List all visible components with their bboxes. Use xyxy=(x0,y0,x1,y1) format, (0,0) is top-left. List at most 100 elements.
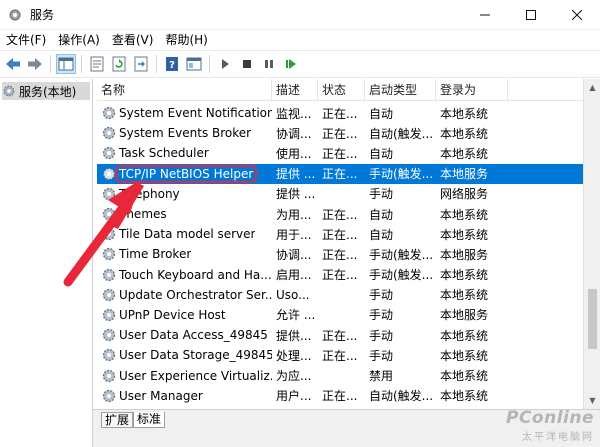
minimize-button[interactable] xyxy=(462,0,508,30)
service-row[interactable]: System Event Notification... 监视... 正在... 自动… xyxy=(97,103,583,123)
scroll-down-arrow-icon[interactable]: ▼ xyxy=(584,392,600,409)
service-row[interactable]: Tile Data model server 用于... 正在... 自动 本地系统 xyxy=(97,224,583,244)
menu-action[interactable]: 操作(A) xyxy=(52,30,106,50)
tree-item-services-local[interactable]: 服务(本地) xyxy=(2,82,90,100)
service-name: User Data Access_49845 xyxy=(119,328,268,343)
service-startup-type: 自动 xyxy=(369,106,394,121)
refresh-button[interactable] xyxy=(109,54,129,74)
service-row[interactable]: User Manager 用户... 正在... 自动(触发... 本地系统 xyxy=(97,386,583,406)
service-row[interactable]: Themes 为用... 正在... 自动 本地系统 xyxy=(97,204,583,224)
service-row[interactable]: Update Orchestrator Ser... Uso... 手动 本地系统 xyxy=(97,285,583,305)
menu-file[interactable]: 文件(F) xyxy=(0,30,52,50)
service-name-cell: Task Scheduler xyxy=(97,145,272,161)
service-status: 正在... xyxy=(322,247,358,262)
column-header-status[interactable]: 状态 xyxy=(318,79,365,101)
service-row[interactable]: Touch Keyboard and Ha... 启用... 正在... 手动(触发.… xyxy=(97,265,583,285)
service-row[interactable]: User Data Storage_49845 处理... 正在... 手动 本地系统 xyxy=(97,345,583,365)
vertical-scrollbar[interactable]: ▲ ▼ xyxy=(583,79,600,409)
toolbar: ? xyxy=(0,50,600,78)
service-gear-icon xyxy=(102,268,116,281)
column-header-log-on-as[interactable]: 登录为 xyxy=(436,79,508,101)
tab-standard[interactable]: 标准 xyxy=(133,412,166,428)
service-row[interactable]: Telephony 提供 ... 手动 网络服务 xyxy=(97,184,583,204)
menu-help[interactable]: 帮助(H) xyxy=(159,30,213,50)
service-name-cell: System Events Broker xyxy=(97,125,272,141)
close-icon xyxy=(572,10,582,20)
refresh-icon xyxy=(112,56,126,72)
close-button[interactable] xyxy=(554,0,600,30)
service-row[interactable]: System Events Broker 协调... 正在... 自动(触发... 本地… xyxy=(97,123,583,143)
service-row[interactable]: Time Broker 协调... 正在... 手动(触发... 本地服务 xyxy=(97,244,583,264)
service-log-on-as: 本地系统 xyxy=(440,227,489,242)
console-button[interactable] xyxy=(184,54,204,74)
service-name-cell: User Data Storage_49845 xyxy=(97,347,272,363)
service-gear-icon xyxy=(102,147,116,160)
svg-text:?: ? xyxy=(169,60,175,71)
export-list-button[interactable] xyxy=(131,54,151,74)
service-name: User Manager xyxy=(119,388,203,403)
scrollbar-thumb[interactable] xyxy=(588,289,597,349)
service-row[interactable]: Task Scheduler 使用... 正在... 自动 本地系统 xyxy=(97,143,583,163)
maximize-button[interactable] xyxy=(508,0,554,30)
service-log-on-as: 本地服务 xyxy=(440,308,489,323)
service-startup-type: 自动 xyxy=(369,227,394,242)
service-gear-icon xyxy=(102,308,116,322)
service-log-on-as: 本地系统 xyxy=(440,288,489,303)
service-startup-type: 手动 xyxy=(369,187,394,202)
service-log-on-as: 本地系统 xyxy=(440,348,489,363)
service-row[interactable]: UPnP Device Host 允许 ... 手动 本地服务 xyxy=(97,305,583,325)
service-startup-type: 手动(触发... xyxy=(369,167,434,182)
service-description: 使用... xyxy=(276,146,312,161)
properties-button[interactable] xyxy=(87,54,107,74)
service-gear-icon xyxy=(102,187,116,200)
service-startup-type: 自动(触发... xyxy=(369,126,434,141)
properties-icon xyxy=(90,56,104,72)
service-description: 监视... xyxy=(276,106,312,121)
scroll-up-arrow-icon[interactable]: ▲ xyxy=(584,79,600,96)
service-startup-type: 自动(触发... xyxy=(369,389,434,404)
column-header-description[interactable]: 描述 xyxy=(272,79,318,101)
service-gear-icon xyxy=(102,389,116,402)
menu-bar: 文件(F) 操作(A) 查看(V) 帮助(H) xyxy=(0,30,600,50)
help-button[interactable]: ? xyxy=(162,54,182,74)
window-controls xyxy=(462,0,600,30)
stop-icon xyxy=(243,60,251,68)
minimize-icon xyxy=(480,14,490,16)
service-log-on-as: 本地服务 xyxy=(440,167,489,182)
service-gear-icon xyxy=(102,106,116,120)
forward-button[interactable] xyxy=(25,54,45,74)
restart-service-button[interactable] xyxy=(281,54,301,74)
column-header-name[interactable]: 名称 xyxy=(97,79,272,101)
column-header-startup-type[interactable]: 启动类型 xyxy=(365,79,436,101)
menu-view[interactable]: 查看(V) xyxy=(106,30,160,50)
service-gear-icon xyxy=(102,369,116,382)
export-list-icon xyxy=(134,56,148,72)
service-description: 用户... xyxy=(276,389,312,404)
service-startup-type: 禁用 xyxy=(369,369,394,384)
show-console-tree-button[interactable] xyxy=(56,54,76,74)
service-name-cell: TCP/IP NetBIOS Helper xyxy=(97,164,272,183)
pause-service-button[interactable] xyxy=(259,54,279,74)
tab-extended[interactable]: 扩展 xyxy=(101,412,134,428)
service-name-cell: Time Broker xyxy=(97,246,272,262)
service-status: 正在... xyxy=(322,207,358,222)
back-icon xyxy=(6,58,20,70)
service-status: 正在... xyxy=(322,126,358,141)
forward-icon xyxy=(28,58,42,70)
service-startup-type: 手动(触发... xyxy=(369,268,434,283)
start-icon xyxy=(222,59,229,69)
service-status: 正在... xyxy=(322,389,358,404)
start-service-button[interactable] xyxy=(215,54,235,74)
service-status: 正在... xyxy=(322,348,358,363)
toolbar-separator xyxy=(81,55,82,73)
service-name: System Events Broker xyxy=(119,126,252,141)
back-button[interactable] xyxy=(3,54,23,74)
service-gear-icon xyxy=(102,248,116,261)
service-description: 协调... xyxy=(276,126,312,141)
toolbar-separator xyxy=(156,55,157,73)
service-row[interactable]: User Data Access_49845 提供... 正在... 手动 本地系统 xyxy=(97,325,583,345)
service-row[interactable]: TCP/IP NetBIOS Helper 提供 ... 正在... 手动(触发...… xyxy=(97,163,583,184)
service-name: TCP/IP NetBIOS Helper xyxy=(115,164,258,183)
stop-service-button[interactable] xyxy=(237,54,257,74)
service-row[interactable]: User Experience Virtualiz... 为应... 禁用 本地系统 xyxy=(97,365,583,385)
